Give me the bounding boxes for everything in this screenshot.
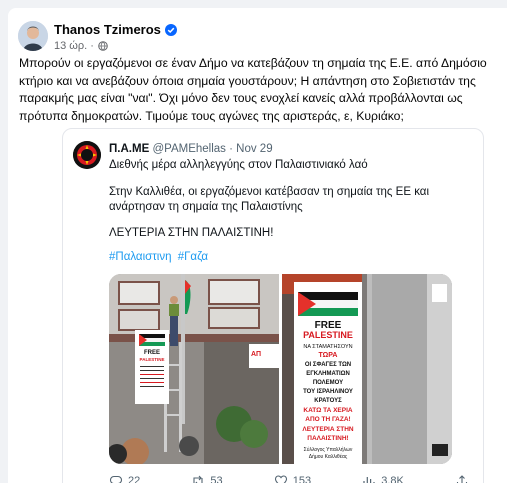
embedded-tweet[interactable]: Π.Α.ΜΕ @PAMEhellas · Nov 29 Διεθνής μέρα… (62, 128, 484, 483)
tweet-headline: Διεθνής μέρα αλληλεγγύης στον Παλαιστινι… (109, 159, 368, 171)
like-button[interactable]: 153 (274, 474, 311, 483)
views-count: 3.8K (381, 475, 404, 483)
tweet-body: Στην Καλλιθέα, οι εργαζόμενοι κατέβασαν … (109, 185, 469, 215)
views-icon (363, 477, 375, 483)
tweet-actions: 22 53 153 3.8K (109, 471, 469, 483)
tweet-hashtags: #Παλαιστινη #Γαζα (109, 251, 211, 263)
banner-text-1: ΝΑ ΣΤΑΜΑΤΗΣΟΥΝ (303, 344, 352, 350)
svg-text:ΑΠ: ΑΠ (251, 351, 261, 358)
author-name[interactable]: Thanos Tzimeros (54, 22, 161, 37)
banner-text-9: ΑΠΟ ΤΗ ΓΑΖΑ! (305, 416, 350, 423)
views-button[interactable]: 3.8K (362, 474, 404, 483)
banner-text-2: ΤΩΡΑ (319, 352, 338, 359)
tweet-author-name[interactable]: Π.Α.ΜΕ (109, 143, 149, 155)
tweet-photo-1[interactable]: ΑΠ FREE PALESTINE (109, 274, 279, 464)
reply-icon (109, 475, 123, 483)
repost-icon (193, 475, 203, 483)
globe-icon (98, 41, 108, 51)
hashtag-link[interactable]: #Παλαιστινη (109, 251, 171, 263)
heart-icon (274, 475, 287, 483)
post-timestamp[interactable]: 13 ώρ. · (54, 40, 94, 52)
banner2-line2: PALESTINE (303, 330, 353, 340)
facebook-post-card: Thanos Tzimeros 13 ώρ. · Μπορούν οι εργα… (8, 8, 507, 483)
banner-sign-1: Σύλλογος Υπαλλήλων (304, 446, 353, 453)
tweet-header: Π.Α.ΜΕ @PAMEhellas · Nov 29 (109, 143, 273, 155)
banner-text-3: ΟΙ ΣΦΑΓΕΣ ΤΩΝ (305, 362, 351, 368)
banner1-line1: FREE (144, 350, 160, 356)
banner-text-6: ΤΟΥ ΙΣΡΑΗΛΙΝΟΥ (303, 389, 353, 395)
banner1-line2: PALESTINE (140, 357, 165, 362)
author-avatar[interactable] (18, 21, 48, 51)
banner-text-4: ΕΓΚΛΗΜΑΤΙΩΝ (306, 371, 350, 377)
repost-button[interactable]: 53 (191, 474, 223, 483)
banner-text-8: ΚΑΤΩ ΤΑ ΧΕΡΙΑ (303, 407, 353, 414)
tweet-handle[interactable]: @PAMEhellas (152, 143, 225, 155)
banner-text-7: ΚΡΑΤΟΥΣ (314, 398, 342, 404)
post-meta: 13 ώρ. · (54, 40, 108, 52)
like-count: 153 (292, 475, 312, 483)
post-text: Μπορούν οι εργαζόμενοι σε έναν Δήμο να κ… (19, 56, 487, 123)
banner-text-10: ΛΕΥΤΕΡΙΑ ΣΤΗΝ (302, 426, 354, 433)
pame-logo (73, 141, 101, 169)
share-button[interactable] (455, 474, 469, 483)
tweet-photo-2[interactable]: FREE PALESTINE ΝΑ ΣΤΑΜΑΤΗΣΟΥΝ ΤΩΡΑ ΟΙ ΣΦ… (282, 274, 452, 464)
hashtag-link[interactable]: #Γαζα (178, 251, 208, 263)
tweet-date[interactable]: · Nov 29 (229, 143, 272, 155)
tweet-slogan: ΛΕΥΤΕΡΙΑ ΣΤΗΝ ΠΑΛΑΙΣΤΙΝΗ! (109, 227, 274, 239)
share-icon (456, 475, 468, 483)
repost-count: 53 (210, 475, 223, 483)
banner-text-5: ΠΟΛΕΜΟΥ (313, 380, 343, 386)
verified-badge-icon (164, 23, 177, 36)
reply-count: 22 (128, 475, 141, 483)
reply-button[interactable]: 22 (109, 474, 140, 483)
banner-sign-2: Δήμου Καλλιθέας (309, 453, 348, 460)
author-line: Thanos Tzimeros (54, 22, 177, 37)
tweet-body-text: Στην Καλλιθέα, οι εργαζόμενοι κατέβασαν … (109, 186, 430, 213)
banner-text-11: ΠΑΛΑΙΣΤΙΝΗ! (307, 435, 348, 442)
